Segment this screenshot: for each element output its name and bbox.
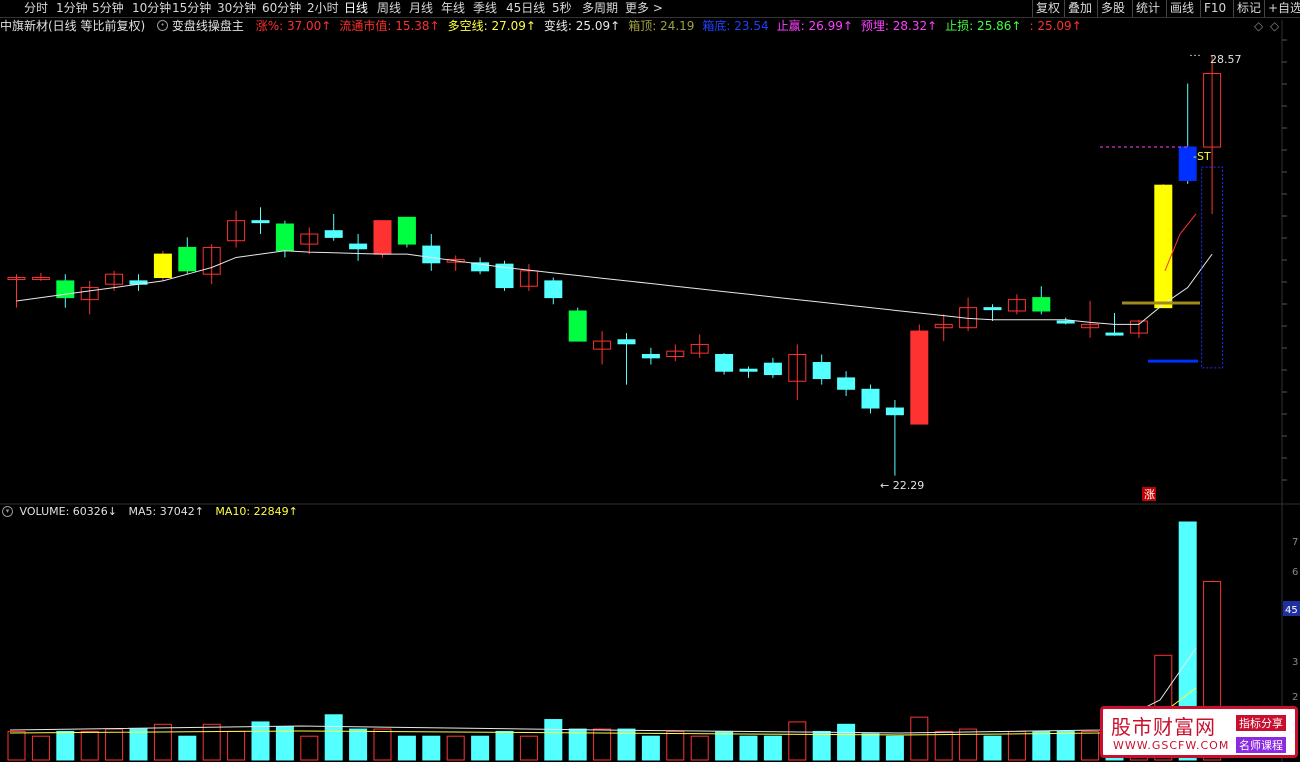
- candle-body: [397, 216, 416, 245]
- volume-bar: [227, 730, 246, 761]
- volume-bar: [763, 735, 782, 761]
- volume-bar: [641, 735, 660, 761]
- volume-bar: [934, 730, 953, 761]
- volume-bar: [544, 719, 563, 761]
- volume-bar: [861, 733, 880, 761]
- volume-bar: [275, 726, 294, 761]
- volume-bar: [983, 735, 1002, 761]
- volume-bar: [31, 735, 50, 761]
- volume-ma5-line: [9, 647, 1197, 734]
- volume-bar: [690, 735, 709, 761]
- candle-body: [544, 280, 563, 299]
- volume-bar: [105, 728, 124, 761]
- diamond-icon-2: ◇: [1270, 19, 1280, 33]
- watermark-tag-1: 指标分享: [1236, 715, 1286, 731]
- volume-label: VOLUME: 60326↓: [19, 505, 117, 518]
- vol-axis-label: 7: [1292, 537, 1298, 548]
- volume-bar: [446, 735, 465, 761]
- volume-bar: [300, 735, 319, 761]
- volume-bar: [715, 730, 734, 761]
- candle-body: [739, 368, 758, 372]
- volume-bar: [202, 723, 221, 761]
- watermark-url: WWW.GSCFW.COM: [1113, 739, 1230, 752]
- vol-axis-label: 2: [1292, 692, 1298, 703]
- volume-ma5: MA5: 37042↑: [128, 505, 204, 518]
- volume-bar: [324, 714, 343, 761]
- candle-body: [885, 407, 904, 416]
- candle-body: [153, 253, 172, 279]
- volume-bar: [1081, 730, 1100, 761]
- volume-settings-icon[interactable]: ▾: [2, 505, 13, 517]
- watermark-logo: 股市财富网: [1111, 715, 1216, 739]
- volume-bar: [178, 735, 197, 761]
- volume-bar: [153, 723, 172, 761]
- volume-bar: [959, 728, 978, 761]
- volume-bar: [788, 721, 807, 761]
- volume-bar: [471, 735, 490, 761]
- kline-chart[interactable]: 28.57-ST← 22.29涨7643245◇◇: [0, 0, 1300, 762]
- volume-ma10: MA10: 22849↑: [215, 505, 298, 518]
- vol-axis-label: 6: [1292, 567, 1298, 578]
- price-high-label: 28.57: [1210, 53, 1242, 66]
- candle-body: [373, 220, 392, 255]
- candle-body: [1105, 332, 1124, 336]
- candle-body: [324, 230, 343, 238]
- candle-body: [178, 246, 197, 272]
- volume-bar: [812, 730, 831, 761]
- zhang-badge: 涨: [1144, 488, 1155, 501]
- candle-body: [837, 377, 856, 390]
- volume-indicator-line: ▾ VOLUME: 60326↓ MA5: 37042↑ MA10: 22849…: [0, 504, 298, 520]
- volume-bar: [7, 730, 26, 761]
- candle-body: [1032, 297, 1051, 312]
- candle-body: [251, 220, 270, 224]
- volume-bar: [519, 735, 538, 761]
- price-low-label: ← 22.29: [880, 479, 924, 492]
- volume-bar: [593, 728, 612, 761]
- volume-bar: [885, 735, 904, 761]
- volume-bar: [739, 735, 758, 761]
- candle-body: [275, 223, 294, 252]
- st-label: -ST: [1193, 150, 1211, 163]
- candle-body: [812, 362, 831, 380]
- volume-bar: [1007, 730, 1026, 761]
- candle-body: [763, 362, 782, 376]
- volume-bar: [666, 730, 685, 761]
- candle-body: [617, 339, 636, 345]
- vol-axis-label: 3: [1292, 657, 1298, 668]
- volume-bar: [373, 728, 392, 761]
- volume-bar: [80, 730, 99, 761]
- diamond-icon: ◇: [1254, 19, 1264, 33]
- candle-body: [715, 353, 734, 372]
- candle-body: [641, 353, 660, 359]
- volume-bar: [397, 735, 416, 761]
- volume-bar: [495, 730, 514, 761]
- volume-bar: [1056, 730, 1075, 761]
- candle-body: [568, 310, 587, 342]
- volume-bar: [56, 730, 75, 761]
- site-watermark-badge: 股市财富网 WWW.GSCFW.COM 指标分享 名师课程: [1100, 706, 1298, 758]
- candle-body: [861, 388, 880, 409]
- volume-bar: [129, 728, 148, 761]
- candle-body: [1056, 320, 1075, 324]
- candle-body: [1154, 184, 1173, 309]
- volume-bar: [1032, 730, 1051, 761]
- vol-tag: 45: [1285, 605, 1298, 616]
- volume-bar: [568, 728, 587, 761]
- candle-body: [910, 330, 929, 425]
- candle-body: [983, 307, 1002, 311]
- candle-body: [422, 245, 441, 264]
- volume-bar: [422, 735, 441, 761]
- volume-bar: [837, 723, 856, 761]
- candle-body: [349, 243, 368, 250]
- volume-bar: [349, 728, 368, 761]
- volume-bar: [251, 721, 270, 761]
- volume-bar: [910, 716, 929, 761]
- watermark-tag-2: 名师课程: [1236, 737, 1286, 753]
